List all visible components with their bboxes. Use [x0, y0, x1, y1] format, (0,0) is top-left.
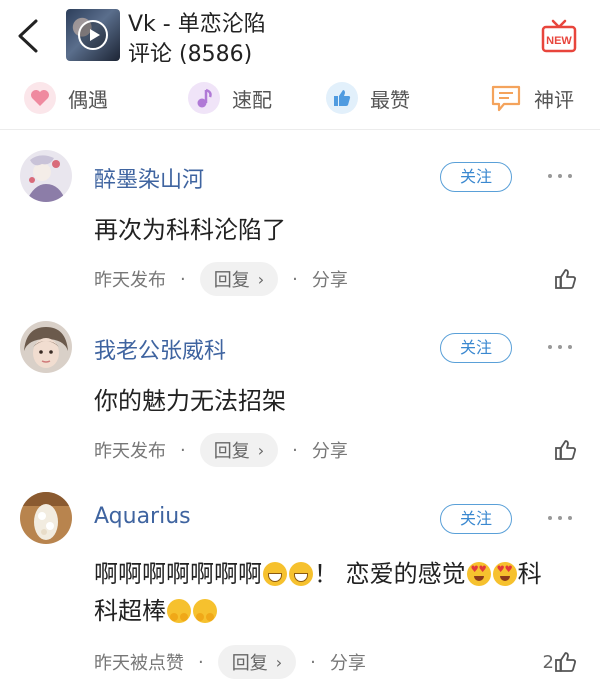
back-button[interactable]	[14, 18, 44, 54]
thumbs-up-outline-icon	[555, 269, 576, 289]
comment-tabs: 偶遇 速配 最赞 神评	[0, 72, 600, 130]
hugging-face-emoji-icon	[193, 599, 217, 623]
reply-button[interactable]: 回复 ›	[217, 645, 297, 679]
new-comments-button[interactable]: NEW	[540, 18, 578, 54]
comment-text: 你的魅力无法招架	[94, 387, 286, 415]
like-button[interactable]	[554, 433, 578, 467]
comment-item: 我老公张威科 关注 你的魅力无法招架 昨天发布 · 回复 › · 分享	[0, 321, 600, 471]
username[interactable]: 醉墨染山河	[94, 162, 204, 194]
reply-button[interactable]: 回复 ›	[199, 433, 279, 467]
comment-time: 昨天被点赞	[94, 653, 184, 674]
avatar[interactable]	[20, 321, 72, 373]
thumbs-up-outline-icon	[555, 652, 576, 672]
comment-time: 昨天发布	[94, 441, 166, 462]
comment-count: 评论 (8586)	[128, 42, 253, 67]
header: Vk - 单恋沦陷 评论 (8586) NEW	[0, 0, 600, 72]
tab-match[interactable]: 速配	[188, 78, 272, 118]
grinning-squint-emoji-icon	[289, 562, 313, 586]
song-title: Vk - 单恋沦陷	[128, 12, 266, 37]
heart-eyes-emoji-icon	[492, 562, 517, 586]
chevron-right-icon: ›	[275, 652, 283, 672]
like-button[interactable]: 2	[543, 645, 578, 679]
tab-encounter[interactable]: 偶遇	[24, 78, 108, 118]
grinning-squint-emoji-icon	[263, 562, 287, 586]
like-button[interactable]	[554, 262, 578, 296]
comment-meta: 昨天发布 · 回复 › · 分享	[94, 262, 348, 296]
thumbs-up-icon	[326, 82, 358, 114]
heart-eyes-emoji-icon	[466, 562, 491, 586]
follow-button[interactable]: 关注	[440, 333, 512, 363]
more-options-icon[interactable]	[544, 337, 576, 357]
avatar[interactable]	[20, 150, 72, 202]
share-button[interactable]: 分享	[312, 437, 348, 463]
more-options-icon[interactable]	[544, 166, 576, 186]
chat-bubble-icon	[490, 82, 522, 114]
comment-text: 再次为科科沦陷了	[94, 216, 286, 244]
new-tv-icon: NEW	[541, 19, 577, 53]
follow-button[interactable]: 关注	[440, 504, 512, 534]
tab-top-liked[interactable]: 最赞	[326, 78, 410, 118]
reply-button[interactable]: 回复 ›	[199, 262, 279, 296]
comment-item: 醉墨染山河 关注 再次为科科沦陷了 昨天发布 · 回复 › · 分享	[0, 150, 600, 300]
comment-time: 昨天发布	[94, 270, 166, 291]
comment-meta: 昨天发布 · 回复 › · 分享	[94, 433, 348, 467]
username[interactable]: Aquarius	[94, 504, 191, 529]
song-cover[interactable]	[66, 9, 120, 61]
comment-meta: 昨天被点赞 · 回复 › · 分享	[94, 645, 366, 679]
comment-text: 啊啊啊啊啊啊啊！ 恋爱的感觉科 科超棒	[94, 556, 584, 630]
new-badge-label: NEW	[546, 35, 572, 47]
follow-button[interactable]: 关注	[440, 162, 512, 192]
tab-hot-comments[interactable]: 神评	[490, 78, 574, 118]
username[interactable]: 我老公张威科	[94, 333, 226, 365]
thumbs-up-outline-icon	[555, 440, 576, 460]
comment-item: Aquarius 关注 啊啊啊啊啊啊啊！ 恋爱的感觉科 科超棒 昨天被点赞 · …	[0, 492, 600, 692]
like-count: 2	[542, 651, 554, 673]
avatar[interactable]	[20, 492, 72, 544]
share-button[interactable]: 分享	[312, 266, 348, 292]
hugging-face-emoji-icon	[167, 599, 191, 623]
chevron-left-icon	[18, 19, 38, 53]
more-options-icon[interactable]	[544, 508, 576, 528]
heart-icon	[24, 82, 56, 114]
chevron-right-icon: ›	[257, 269, 265, 289]
chevron-right-icon: ›	[257, 440, 265, 460]
play-icon[interactable]	[78, 20, 108, 50]
music-note-icon	[188, 82, 220, 114]
share-button[interactable]: 分享	[330, 649, 366, 675]
